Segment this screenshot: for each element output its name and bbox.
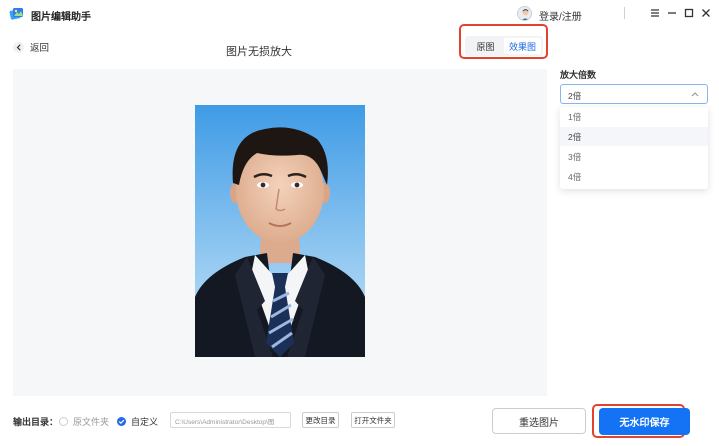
scale-label: 放大倍数: [560, 70, 597, 80]
chevron-left-icon: [13, 41, 24, 53]
user-avatar-icon[interactable]: [517, 6, 532, 21]
save-no-watermark-button[interactable]: 无水印保存: [599, 408, 690, 435]
radio-circle: [59, 417, 68, 426]
back-label: 返回: [30, 43, 50, 54]
radio-original-label: 原文件夹: [73, 417, 110, 427]
maximize-icon[interactable]: [682, 5, 696, 20]
minimize-icon[interactable]: [665, 5, 679, 20]
open-folder-button[interactable]: 打开文件夹: [351, 412, 395, 428]
output-path-field[interactable]: C:\Users\Administrator\Desktop\图: [170, 412, 291, 428]
login-register-link[interactable]: 登录/注册: [539, 8, 582, 23]
reselect-image-button[interactable]: 重选图片: [492, 408, 586, 434]
radio-custom[interactable]: 自定义: [117, 415, 158, 428]
tab-original[interactable]: 原图: [467, 38, 504, 54]
check-icon: [117, 417, 126, 426]
output-dir-label: 输出目录：: [13, 417, 59, 427]
app-title: 图片编辑助手: [31, 12, 91, 23]
menu-icon[interactable]: [648, 5, 662, 20]
scale-option[interactable]: 4倍: [560, 167, 708, 186]
back-button[interactable]: 返回: [13, 40, 49, 54]
preview-image: [195, 105, 365, 357]
radio-custom-label: 自定义: [131, 417, 159, 427]
page-title: 图片无损放大: [226, 46, 292, 58]
scale-select-value: 2倍: [568, 91, 582, 101]
radio-original-folder[interactable]: 原文件夹: [59, 415, 109, 428]
scale-option[interactable]: 3倍: [560, 147, 708, 166]
title-bar: 图片编辑助手 登录/注册: [0, 0, 719, 28]
scale-select[interactable]: 2倍: [560, 84, 708, 104]
titlebar-divider: [624, 7, 625, 19]
change-dir-button[interactable]: 更改目录: [302, 412, 339, 428]
scale-option[interactable]: 1倍: [560, 107, 708, 126]
view-toggle: 原图 效果图: [465, 36, 543, 56]
scale-dropdown: 1倍 2倍 3倍 4倍: [560, 107, 708, 189]
tab-effect[interactable]: 效果图: [504, 38, 541, 54]
app-logo-icon: [9, 8, 23, 20]
scale-option-selected[interactable]: 2倍: [560, 127, 708, 146]
chevron-up-icon: [691, 92, 699, 97]
close-icon[interactable]: [699, 5, 713, 20]
